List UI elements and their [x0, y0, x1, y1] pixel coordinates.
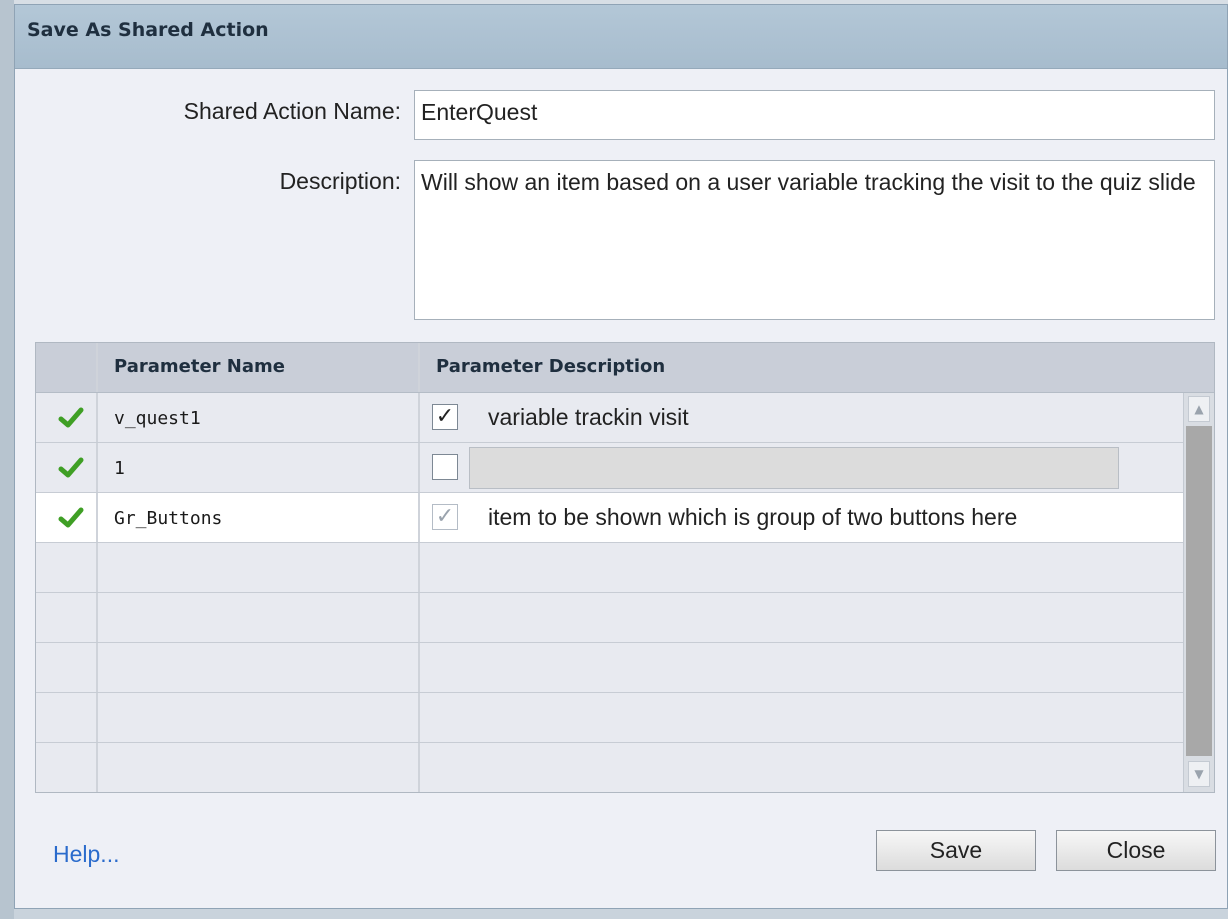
green-check-icon — [58, 407, 84, 428]
header-parameter-name: Parameter Name — [114, 356, 285, 377]
empty-row — [36, 693, 1183, 743]
table-row[interactable]: v_quest1 ✓ variable trackin visit — [36, 393, 1183, 443]
parameter-description-cell[interactable]: variable trackin visit — [488, 404, 689, 431]
shared-action-name-input[interactable]: EnterQuest — [414, 90, 1215, 140]
description-textarea[interactable]: Will show an item based on a user variab… — [414, 160, 1215, 320]
save-shared-action-dialog: Save As Shared Action Shared Action Name… — [14, 4, 1228, 909]
parameter-name-cell: 1 — [114, 458, 125, 479]
parameter-description-field[interactable] — [469, 447, 1119, 489]
background-app-strip — [0, 0, 14, 919]
dialog-titlebar[interactable]: Save As Shared Action — [15, 5, 1227, 69]
parameter-name-cell: Gr_Buttons — [114, 508, 223, 529]
parameter-name-cell: v_quest1 — [114, 408, 201, 429]
help-link[interactable]: Help... — [53, 841, 119, 868]
empty-row — [36, 543, 1183, 593]
parameter-description-cell[interactable]: item to be shown which is group of two b… — [488, 504, 1017, 531]
description-label: Description: — [279, 168, 401, 194]
table-row[interactable]: 1 — [36, 443, 1183, 493]
description-value: Will show an item based on a user variab… — [421, 169, 1196, 195]
header-parameter-description: Parameter Description — [436, 356, 666, 377]
grid-scrollbar[interactable]: ▲ ▼ — [1183, 393, 1214, 792]
grid-header: Parameter Name Parameter Description — [36, 343, 1214, 393]
empty-row — [36, 643, 1183, 693]
parameter-checkbox[interactable]: ✓ — [432, 404, 458, 430]
table-row[interactable]: Gr_Buttons ✓ item to be shown which is g… — [36, 493, 1183, 543]
scroll-down-arrow-icon[interactable]: ▼ — [1188, 761, 1210, 787]
dialog-title: Save As Shared Action — [27, 19, 269, 41]
parameter-checkbox[interactable] — [432, 454, 458, 480]
green-check-icon — [58, 507, 84, 528]
empty-row — [36, 743, 1183, 792]
parameter-grid: Parameter Name Parameter Description v_q… — [35, 342, 1215, 793]
shared-action-name-label: Shared Action Name: — [183, 98, 401, 124]
scroll-up-arrow-icon[interactable]: ▲ — [1188, 396, 1210, 422]
save-button[interactable]: Save — [876, 830, 1036, 871]
scrollbar-thumb[interactable] — [1186, 426, 1212, 756]
close-button[interactable]: Close — [1056, 830, 1216, 871]
empty-row — [36, 593, 1183, 643]
shared-action-name-value: EnterQuest — [421, 99, 538, 125]
green-check-icon — [58, 457, 84, 478]
parameter-checkbox[interactable]: ✓ — [432, 504, 458, 530]
